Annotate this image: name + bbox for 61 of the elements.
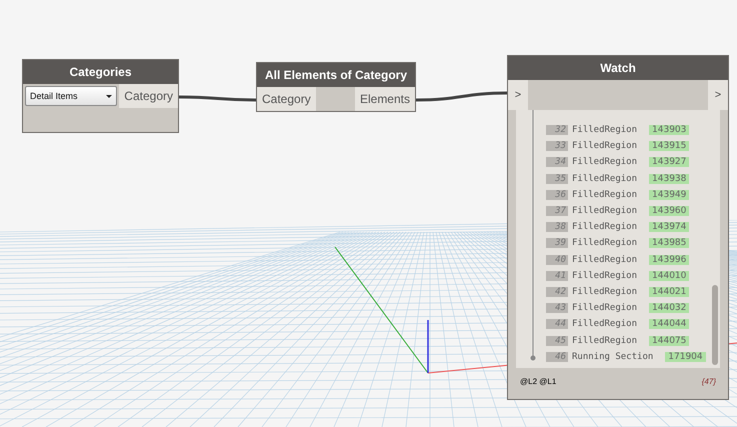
element-id: 143949 [649,190,690,200]
element-id: 144021 [649,286,690,297]
element-id: 143927 [649,157,690,168]
item-type: Running Section [572,352,654,362]
item-type: FilledRegion [572,336,638,346]
element-id: 144032 [649,303,690,314]
level-labels: @L2 @L1 [520,376,556,386]
element-id: 171904 [665,352,706,362]
item-index: 33 [546,141,568,152]
output-port[interactable]: > [708,80,728,110]
item-index: 46 [546,352,568,362]
item-index: 43 [546,303,568,314]
categories-node[interactable]: Categories Detail Items Category [22,59,179,133]
item-index: 34 [546,157,568,168]
item-count: {47} [702,376,716,386]
item-index: 37 [546,206,568,216]
item-index: 38 [546,222,568,232]
element-id: 144075 [649,336,690,346]
input-port[interactable]: > [508,80,528,110]
item-index: 42 [546,286,568,297]
element-id: 143903 [649,125,690,136]
item-index: 40 [546,254,568,265]
watch-node[interactable] [507,55,729,400]
item-type: FilledRegion [572,319,638,330]
input-port[interactable]: Category [257,87,316,111]
output-port[interactable]: Category [119,84,178,108]
item-type: FilledRegion [572,270,638,281]
item-type: FilledRegion [572,174,638,184]
item-type: FilledRegion [572,125,638,136]
item-index: 35 [546,174,568,184]
element-id: 143915 [649,141,690,152]
element-id: 144010 [649,270,690,281]
item-index: 39 [546,238,568,248]
all-elements-node[interactable]: All Elements of Category Category Elements [256,62,416,112]
category-dropdown[interactable]: Detail Items [25,86,118,106]
item-index: 36 [546,190,568,200]
element-id: 143960 [649,206,690,216]
item-type: FilledRegion [572,206,638,216]
node-title: All Elements of Category [257,63,415,87]
node-title: Watch [508,56,728,80]
element-id: 144044 [649,319,690,330]
item-index: 44 [546,319,568,330]
element-id: 143938 [649,174,690,184]
item-type: FilledRegion [572,303,638,314]
scrollbar-thumb[interactable] [712,285,718,365]
node-title: Categories [23,60,178,84]
item-type: FilledRegion [572,254,638,265]
item-index: 32 [546,125,568,136]
item-type: FilledRegion [572,190,638,200]
item-index: 45 [546,336,568,346]
item-type: FilledRegion [572,141,638,152]
element-id: 143985 [649,238,690,248]
item-type: FilledRegion [572,286,638,297]
element-id: 143996 [649,254,690,265]
caret-icon [106,94,112,98]
item-type: FilledRegion [572,222,638,232]
element-id: 143974 [649,222,690,232]
output-port[interactable]: Elements [354,87,415,111]
item-type: FilledRegion [572,238,638,248]
item-index: 41 [546,270,568,281]
item-type: FilledRegion [572,157,638,168]
